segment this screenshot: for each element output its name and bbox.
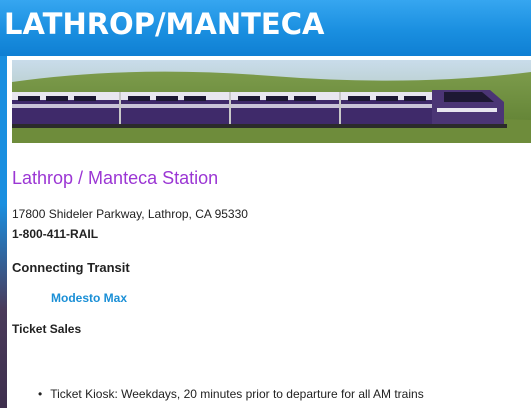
ticket-kiosk-text: Ticket Kiosk: Weekdays, 20 minutes prior… bbox=[50, 387, 424, 401]
ticket-kiosk-list-item: • Ticket Kiosk: Weekdays, 20 minutes prio… bbox=[38, 387, 424, 401]
station-phone: 1-800-411-RAIL bbox=[12, 227, 99, 241]
bullet-icon: • bbox=[38, 387, 43, 401]
train bbox=[12, 90, 507, 128]
station-address: 17800 Shideler Parkway, Lathrop, CA 9533… bbox=[12, 207, 248, 221]
header-title: LATHROP/MANTECA bbox=[4, 7, 325, 41]
station-title: Lathrop / Manteca Station bbox=[12, 168, 219, 188]
train-banner-image bbox=[12, 60, 531, 143]
ticket-sales-heading: Ticket Sales bbox=[12, 322, 82, 336]
connecting-transit-heading: Connecting Transit bbox=[12, 260, 130, 275]
train-photo-illustration bbox=[12, 60, 531, 143]
left-sidebar-strip bbox=[0, 56, 7, 408]
page-header: LATHROP/MANTECA bbox=[0, 0, 531, 56]
link-modesto-max[interactable]: Modesto Max bbox=[51, 291, 127, 305]
